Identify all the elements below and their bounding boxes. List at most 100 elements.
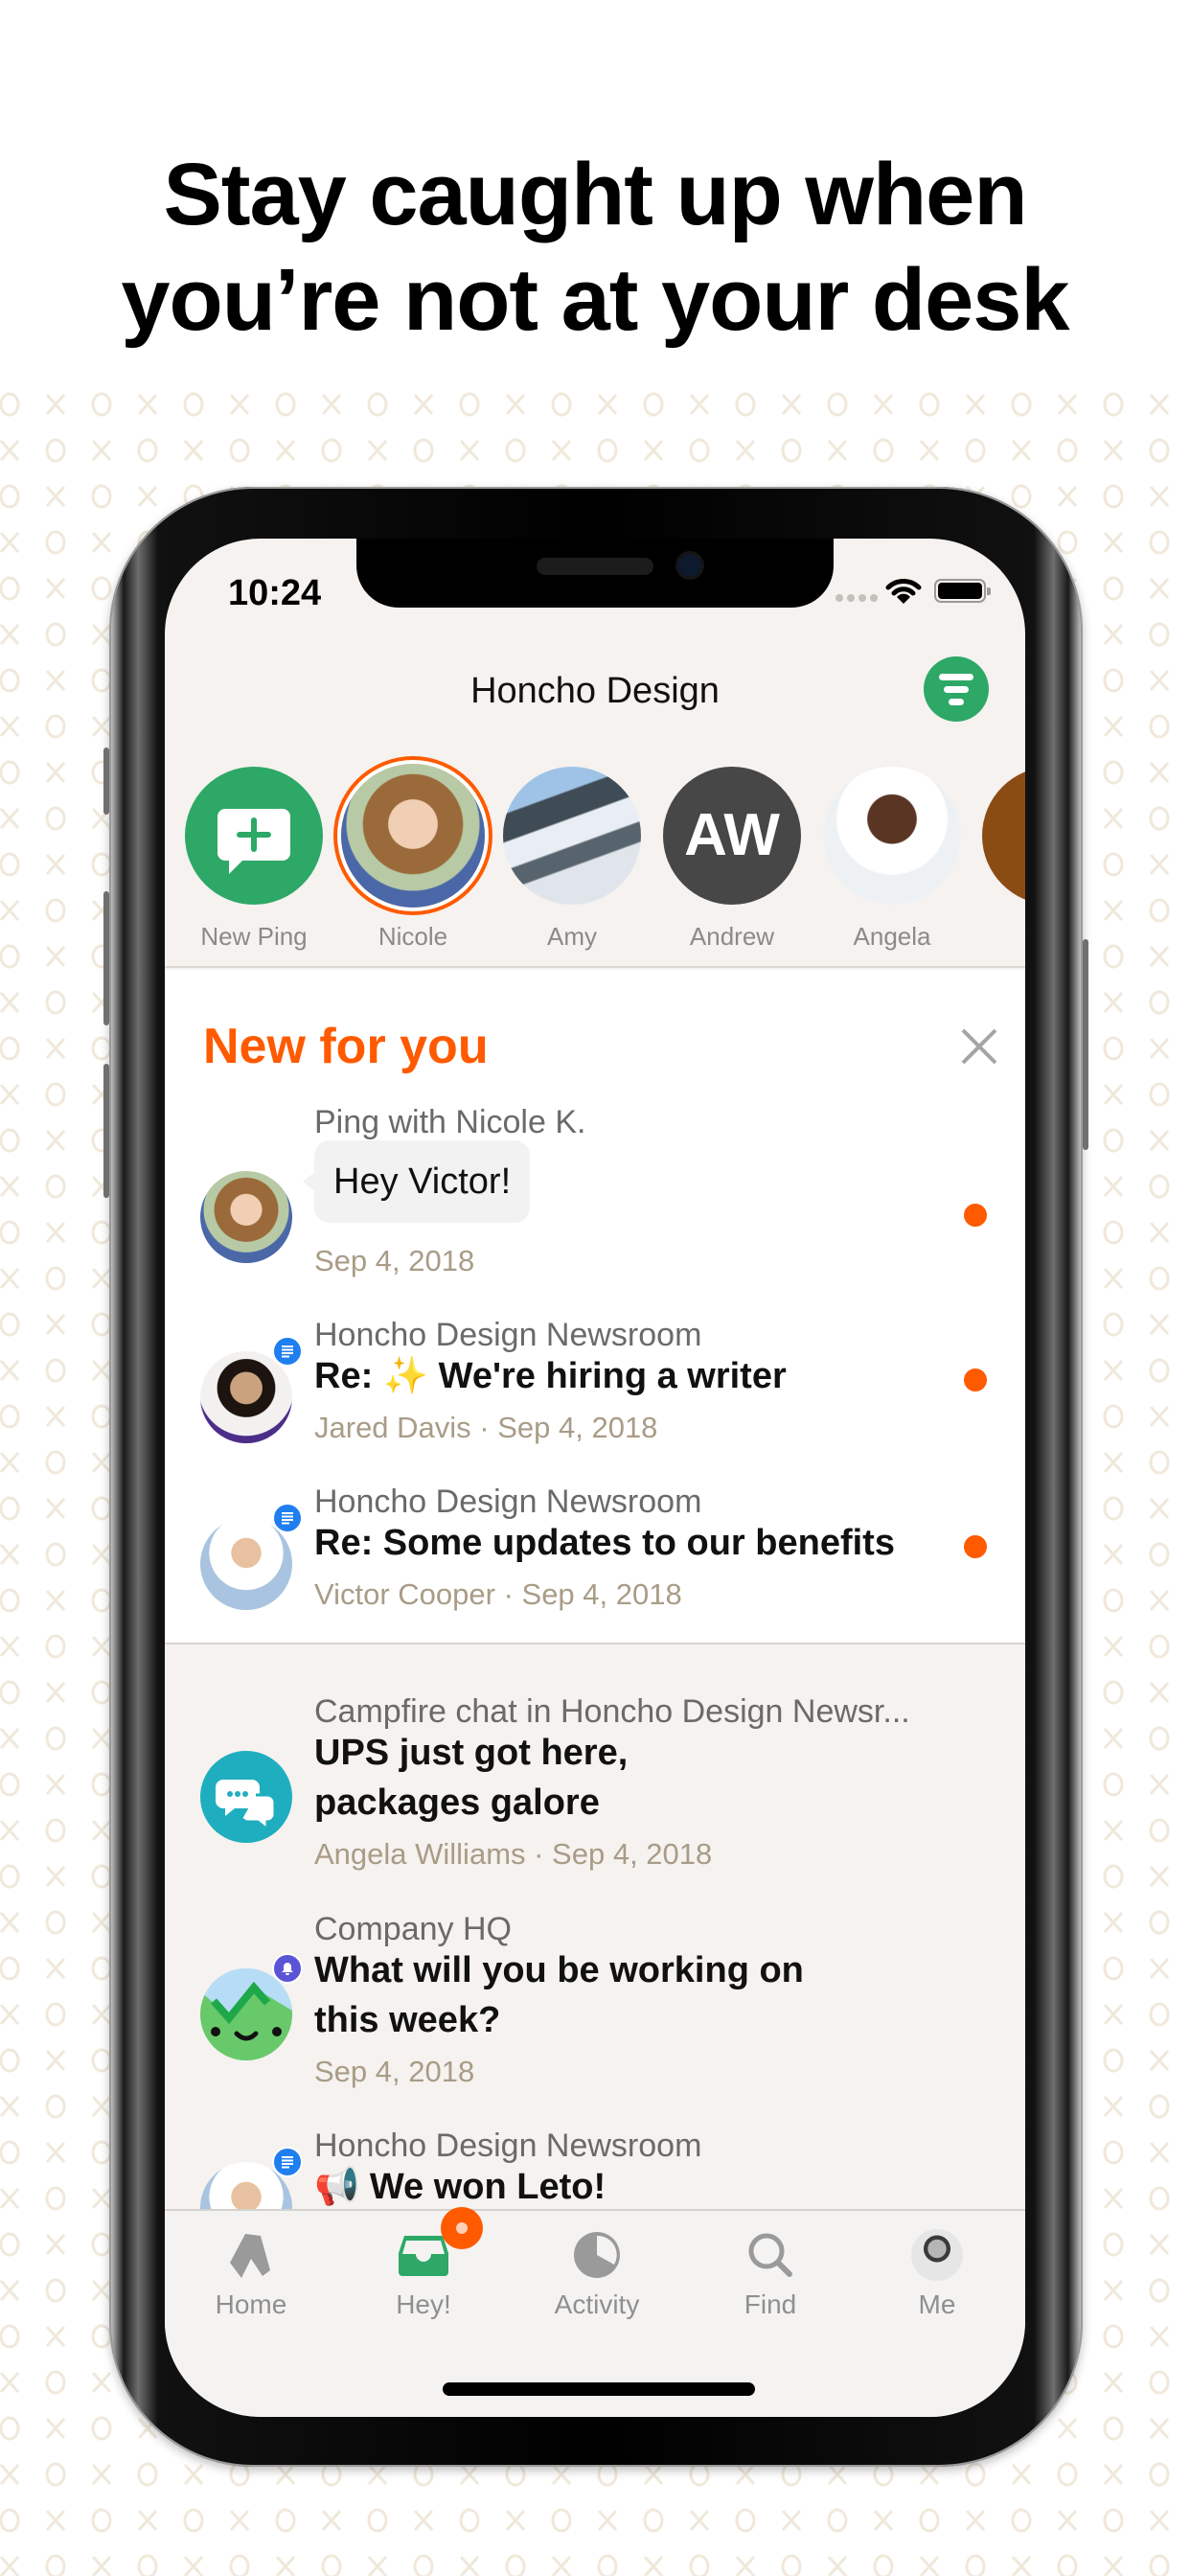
pattern-x xyxy=(367,2463,388,2486)
pattern-o xyxy=(689,2554,710,2576)
pattern-o xyxy=(91,1680,112,1705)
pattern-x xyxy=(1103,2279,1124,2302)
new-ping-button[interactable]: New Ping xyxy=(182,767,326,952)
pattern-o xyxy=(505,2554,526,2576)
pattern-x xyxy=(45,2325,66,2348)
section-title: New for you xyxy=(203,1019,489,1074)
pattern-o xyxy=(1149,2278,1170,2303)
tab-activity[interactable]: Activity xyxy=(530,2228,664,2320)
pattern-x xyxy=(965,393,986,416)
person-nicole[interactable]: Nicole xyxy=(341,764,485,952)
pattern-o xyxy=(45,2554,66,2576)
tab-label: Find xyxy=(744,2289,797,2319)
list-item[interactable]: Honcho Design Newsroom 📢 We won Leto! xyxy=(165,2128,1025,2254)
pattern-o xyxy=(45,990,66,1015)
pattern-x xyxy=(1149,2141,1170,2164)
pattern-o xyxy=(45,2462,66,2487)
pattern-o xyxy=(781,2554,802,2576)
notch xyxy=(356,539,834,608)
pattern-x xyxy=(1103,1543,1124,1566)
pattern-o xyxy=(91,2416,112,2441)
pattern-o xyxy=(229,2554,250,2576)
pattern-o xyxy=(91,1036,112,1061)
pattern-x xyxy=(919,439,940,462)
pattern-x xyxy=(45,2049,66,2072)
pattern-o xyxy=(0,1680,20,1705)
list-item[interactable]: Honcho Design Newsroom Re: ✨ We're hirin… xyxy=(165,1317,1025,1460)
person-label: Angela xyxy=(853,922,931,951)
pattern-o xyxy=(1149,806,1170,831)
pattern-x xyxy=(91,2279,112,2302)
tab-find[interactable]: Find xyxy=(703,2228,837,2320)
list-item[interactable]: Campfire chat in Honcho Design Newsr... … xyxy=(165,1693,1025,1885)
pattern-x xyxy=(551,2463,572,2486)
avatar-partial: A xyxy=(982,767,1025,905)
pattern-x xyxy=(91,1359,112,1382)
pattern-x xyxy=(1149,2233,1170,2256)
filter-button[interactable] xyxy=(924,656,989,722)
pattern-x xyxy=(1103,1727,1124,1750)
pattern-o xyxy=(551,392,572,417)
pattern-o xyxy=(1103,1956,1124,1981)
pattern-x xyxy=(459,2463,480,2486)
pattern-o xyxy=(873,2554,894,2576)
item-group: Honcho Design Newsroom xyxy=(314,2128,702,2164)
pattern-o xyxy=(45,2370,66,2395)
pattern-x xyxy=(229,2509,250,2532)
tab-me[interactable]: Me xyxy=(870,2228,1004,2320)
company-hq-icon xyxy=(200,1968,292,2060)
pattern-o xyxy=(1103,1128,1124,1153)
pattern-o xyxy=(781,438,802,463)
status-time: 10:24 xyxy=(228,573,322,613)
pattern-x xyxy=(45,1221,66,1244)
pattern-x xyxy=(643,2555,664,2576)
home-indicator xyxy=(443,2382,755,2396)
pattern-o xyxy=(1103,576,1124,601)
pattern-x xyxy=(413,393,434,416)
item-subject-line-2: packages galore xyxy=(314,1782,600,1823)
tab-hey[interactable]: Hey! xyxy=(356,2207,491,2320)
pattern-o xyxy=(1103,2232,1124,2257)
pattern-x xyxy=(873,393,894,416)
item-subject-line-1: 📢 We won Leto! xyxy=(314,2167,606,2207)
person-amy[interactable]: Amy xyxy=(500,767,644,952)
pattern-x xyxy=(1103,2371,1124,2394)
person-andrew[interactable]: AW Andrew xyxy=(660,767,804,952)
pattern-o xyxy=(689,2462,710,2487)
filter-icon xyxy=(939,673,973,680)
avatar-amy xyxy=(503,767,641,905)
pattern-x xyxy=(45,1589,66,1612)
pattern-x xyxy=(45,1957,66,1980)
pattern-x xyxy=(1103,439,1124,462)
pattern-o xyxy=(45,530,66,555)
battery-icon xyxy=(934,579,991,603)
pattern-x xyxy=(367,2555,388,2576)
person-label: Nicole xyxy=(378,922,448,951)
pattern-x xyxy=(1149,761,1170,784)
pattern-x xyxy=(505,2509,526,2532)
pattern-o xyxy=(1103,1036,1124,1061)
item-subject-line-1: What will you be working on xyxy=(314,1950,804,1990)
pattern-o xyxy=(45,2278,66,2303)
tab-home[interactable]: Home xyxy=(184,2228,318,2320)
person-angela[interactable]: Angela xyxy=(820,767,964,952)
list-item[interactable]: Ping with Nicole K. Hey Victor! Sep 4, 2… xyxy=(165,1104,1025,1296)
pattern-x xyxy=(1103,1175,1124,1198)
pattern-o xyxy=(1149,990,1170,1015)
list-item[interactable]: Honcho Design Newsroom Re: Some updates … xyxy=(165,1484,1025,1627)
pattern-o xyxy=(1103,2048,1124,2073)
item-meta: Victor Cooper · Sep 4, 2018 xyxy=(314,1577,682,1611)
pattern-x xyxy=(0,899,20,922)
pattern-o xyxy=(1103,944,1124,969)
list-item[interactable]: Company HQ What will you be working on t… xyxy=(165,1911,1025,2103)
close-icon[interactable] xyxy=(960,1027,998,1066)
pattern-x xyxy=(1149,1037,1170,1060)
person-partial[interactable]: A A xyxy=(979,767,1025,952)
pattern-o xyxy=(321,2462,342,2487)
headline: Stay caught up when you’re not at your d… xyxy=(0,142,1190,353)
pattern-x xyxy=(137,2509,158,2532)
new-ping-icon xyxy=(185,767,323,905)
pattern-o xyxy=(0,1864,20,1889)
pattern-x xyxy=(45,2509,66,2532)
pattern-o xyxy=(965,438,986,463)
